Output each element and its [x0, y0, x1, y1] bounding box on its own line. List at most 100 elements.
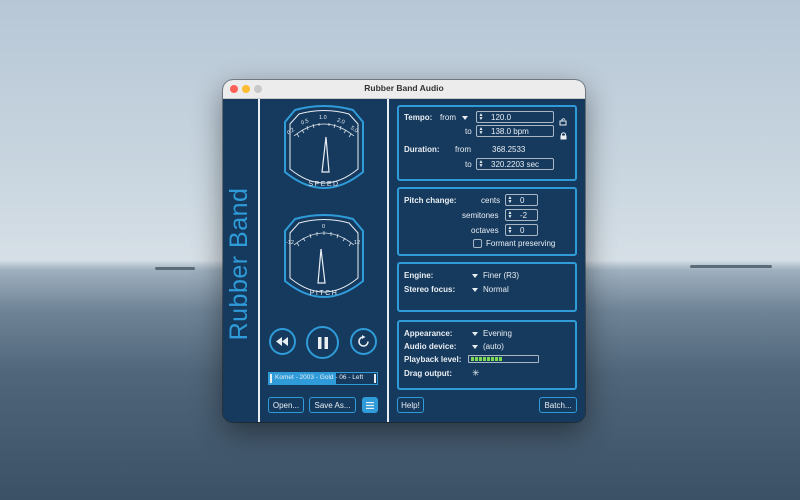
semitones-label: semitones [462, 211, 499, 220]
speed-tick-label: 0.5 [300, 118, 309, 126]
level-segment [487, 357, 490, 361]
level-segment [495, 357, 498, 361]
pitch-tick-label: -12 [286, 240, 294, 246]
level-segment [475, 357, 478, 361]
list-icon [366, 401, 374, 409]
pitch-change-label: Pitch change: [404, 196, 457, 205]
pitch-change-panel: Pitch change: cents ▲ ▼ 0 semitones ▲ ▼ -2… [397, 187, 577, 256]
rewind-icon [276, 337, 288, 346]
level-segment [479, 357, 482, 361]
window-title: Rubber Band Audio [364, 83, 444, 93]
stepper-icon[interactable]: ▲ ▼ [507, 226, 513, 235]
cents-label: cents [481, 196, 501, 205]
island-right [690, 265, 772, 268]
divider-right [387, 99, 389, 422]
brand-logo-text: Rubber Band [225, 187, 253, 341]
chevron-down-icon [472, 331, 478, 336]
speed-tick-label: 2.0 [336, 117, 345, 125]
audio-device-label: Audio device: [404, 342, 457, 351]
semitones-value: -2 [520, 211, 528, 220]
chevron-down-icon [462, 115, 469, 120]
pitch-tick-label: 0 [322, 224, 325, 230]
tempo-from-input[interactable]: ▲ ▼ 120.0 [476, 111, 554, 123]
level-segment [491, 357, 494, 361]
appearance-label: Appearance: [404, 329, 453, 338]
duration-label: Duration: [404, 145, 440, 154]
cents-value: 0 [520, 196, 525, 205]
save-as-button[interactable]: Save As... [309, 397, 356, 413]
engine-value: Finer (R3) [483, 271, 520, 280]
pause-button[interactable] [306, 326, 339, 359]
chevron-down-icon [472, 287, 478, 292]
duration-to-value: 320.2203 sec [491, 160, 540, 169]
tempo-from-label: from [440, 113, 456, 122]
appearance-dropdown[interactable]: Evening [472, 329, 512, 338]
rewind-button[interactable] [269, 328, 296, 355]
octaves-input[interactable]: ▲ ▼ 0 [505, 224, 538, 236]
tempo-to-label: to [465, 127, 472, 136]
level-segment [499, 357, 502, 361]
speed-label: SPEED [308, 181, 339, 188]
audio-device-dropdown[interactable]: (auto) [472, 342, 504, 351]
file-name: Komet - 2003 - Gold - 06 - Left [275, 374, 364, 381]
level-segment [471, 357, 474, 361]
output-panel: Appearance: Evening Audio device: (auto)… [397, 320, 577, 390]
file-start-marker[interactable] [270, 374, 272, 383]
octaves-value: 0 [520, 226, 525, 235]
engine-dropdown[interactable]: Finer (R3) [472, 271, 519, 280]
pause-icon [317, 336, 328, 349]
stereo-focus-dropdown[interactable]: Normal [472, 285, 509, 294]
speed-tick-label: 0.2 [286, 127, 296, 136]
semitones-input[interactable]: ▲ ▼ -2 [505, 209, 538, 221]
engine-panel: Engine: Finer (R3) Stereo focus: Normal [397, 262, 577, 312]
stereo-focus-value: Normal [483, 285, 509, 294]
loop-button[interactable] [350, 328, 377, 355]
stepper-icon[interactable]: ▲ ▼ [478, 160, 484, 169]
main-content: Rubber Band 0.2 0.5 1.0 2.0 5.0 SPEED -1… [223, 99, 585, 422]
engine-label: Engine: [404, 271, 434, 280]
speed-needle [321, 136, 330, 173]
playback-level-label: Playback level: [404, 355, 462, 364]
file-position-bar[interactable]: Komet - 2003 - Gold - 06 - Left [268, 372, 378, 385]
chevron-down-icon [472, 273, 478, 278]
speed-tick-label: 1.0 [319, 115, 327, 121]
app-window: Rubber Band Audio Rubber Band 0.2 0.5 1.… [223, 80, 585, 422]
formant-label: Formant preserving [486, 239, 556, 248]
tempo-label: Tempo: [404, 113, 433, 122]
drag-output-label: Drag output: [404, 369, 452, 378]
batch-list-button[interactable] [362, 397, 378, 413]
duration-from-value: 368.2533 [492, 145, 526, 154]
tempo-from-dropdown[interactable]: from [440, 113, 473, 122]
cents-input[interactable]: ▲ ▼ 0 [505, 194, 538, 206]
formant-checkbox[interactable] [473, 239, 482, 248]
drag-icon[interactable]: ✳ [472, 368, 480, 379]
chevron-down-icon [472, 344, 478, 349]
loop-icon [358, 335, 369, 347]
brand-strip: Rubber Band [223, 99, 259, 422]
stepper-icon[interactable]: ▲ ▼ [507, 211, 513, 220]
title-bar[interactable]: Rubber Band Audio [223, 80, 585, 99]
tempo-from-value: 120.0 [491, 113, 512, 122]
tempo-to-input[interactable]: ▲ ▼ 138.0 bpm [476, 125, 554, 137]
playback-level-meter [468, 355, 539, 363]
stepper-icon[interactable]: ▲ ▼ [507, 196, 513, 205]
tempo-to-value: 138.0 bpm [491, 127, 529, 136]
open-button[interactable]: Open... [268, 397, 304, 413]
pitch-minor-ticks [296, 231, 352, 247]
lock-icon[interactable] [560, 127, 567, 140]
audio-device-value: (auto) [483, 342, 504, 351]
speed-meter: 0.2 0.5 1.0 2.0 5.0 SPEED [277, 104, 371, 198]
duration-to-input[interactable]: ▲ ▼ 320.2203 sec [476, 158, 554, 170]
appearance-value: Evening [483, 329, 512, 338]
pitch-tick-label: 12 [354, 240, 360, 246]
duration-to-label: to [465, 160, 472, 169]
link-icon[interactable] [559, 113, 568, 126]
divider-left [258, 99, 260, 422]
batch-button[interactable]: Batch... [539, 397, 577, 413]
file-end-marker[interactable] [374, 374, 376, 383]
help-button[interactable]: Help! [397, 397, 424, 413]
level-segment [483, 357, 486, 361]
stepper-icon[interactable]: ▲ ▼ [478, 113, 484, 122]
stepper-icon[interactable]: ▲ ▼ [478, 127, 484, 136]
stereo-focus-label: Stereo focus: [404, 285, 456, 294]
